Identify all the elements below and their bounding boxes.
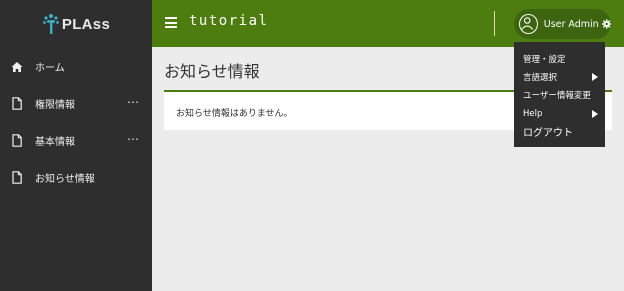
user-avatar-icon [519, 14, 538, 34]
document-icon [11, 171, 23, 184]
submenu-arrow-icon [592, 109, 598, 118]
document-icon [11, 134, 23, 147]
menu-item-admin-settings[interactable]: 管理・設定 [514, 50, 605, 68]
menu-item-language[interactable]: 言語選択 [514, 68, 605, 86]
logo-tree-icon [43, 14, 59, 34]
sidebar-item-label: 権限情報 [35, 100, 75, 111]
logo[interactable]: PLAss [0, 0, 152, 48]
logo-text: PLAss [61, 15, 111, 33]
top-bar: tutorial User Admin [152, 0, 624, 47]
more-icon[interactable]: ⋯ [127, 132, 140, 146]
sidebar-item-label: お知らせ情報 [35, 174, 95, 185]
user-dropdown-menu: 管理・設定 言語選択 ユーザー情報変更 Help ログアウト [514, 42, 605, 147]
user-menu-button[interactable]: User Admin [514, 9, 611, 39]
sidebar-item-basic-info[interactable]: 基本情報 ⋯ [0, 122, 152, 159]
page-title: お知らせ情報 [164, 62, 260, 81]
header-divider [494, 11, 495, 36]
sidebar-item-label: 基本情報 [35, 137, 75, 148]
sidebar-item-permissions[interactable]: 権限情報 ⋯ [0, 85, 152, 122]
app-title: tutorial [189, 13, 269, 29]
sidebar-nav: ホーム 権限情報 ⋯ 基本情報 ⋯ お知らせ情報 [0, 48, 152, 196]
sidebar: PLAss ホーム 権限情報 ⋯ 基本情報 ⋯ お知らせ情報 [0, 0, 152, 291]
sidebar-item-home[interactable]: ホーム [0, 48, 152, 85]
menu-item-logout[interactable]: ログアウト [514, 123, 605, 141]
sidebar-item-announcements[interactable]: お知らせ情報 [0, 159, 152, 196]
gear-icon [601, 19, 611, 29]
sidebar-item-label: ホーム [35, 63, 65, 74]
more-icon[interactable]: ⋯ [127, 95, 140, 109]
menu-item-help[interactable]: Help [514, 105, 605, 123]
menu-item-label: ユーザー情報変更 [523, 91, 591, 102]
menu-item-label: Help [523, 108, 543, 119]
home-icon [11, 60, 23, 73]
menu-item-label: ログアウト [523, 128, 573, 140]
menu-item-label: 言語選択 [523, 73, 558, 84]
menu-item-user-info[interactable]: ユーザー情報変更 [514, 86, 605, 104]
empty-message: お知らせ情報はありません。 [176, 109, 293, 119]
menu-item-label: 管理・設定 [523, 55, 566, 66]
submenu-arrow-icon [592, 73, 598, 82]
user-name: User Admin [543, 18, 599, 30]
document-icon [11, 97, 23, 110]
hamburger-menu-icon[interactable] [165, 17, 177, 28]
